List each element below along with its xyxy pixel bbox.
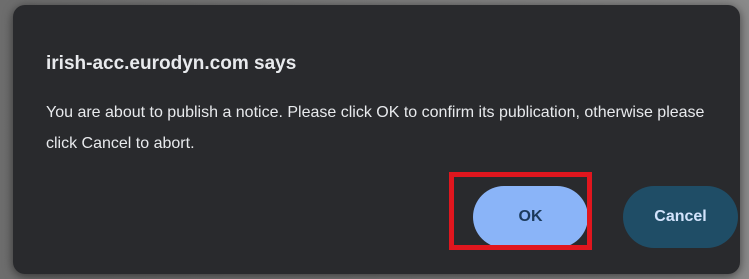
confirm-dialog: irish-acc.eurodyn.com says You are about… <box>13 5 740 274</box>
dialog-title: irish-acc.eurodyn.com says <box>46 53 297 74</box>
dialog-message: You are about to publish a notice. Pleas… <box>46 104 705 152</box>
ok-button[interactable]: OK <box>473 186 588 248</box>
cancel-button[interactable]: Cancel <box>623 186 738 248</box>
page-backdrop: irish-acc.eurodyn.com says You are about… <box>0 0 749 279</box>
